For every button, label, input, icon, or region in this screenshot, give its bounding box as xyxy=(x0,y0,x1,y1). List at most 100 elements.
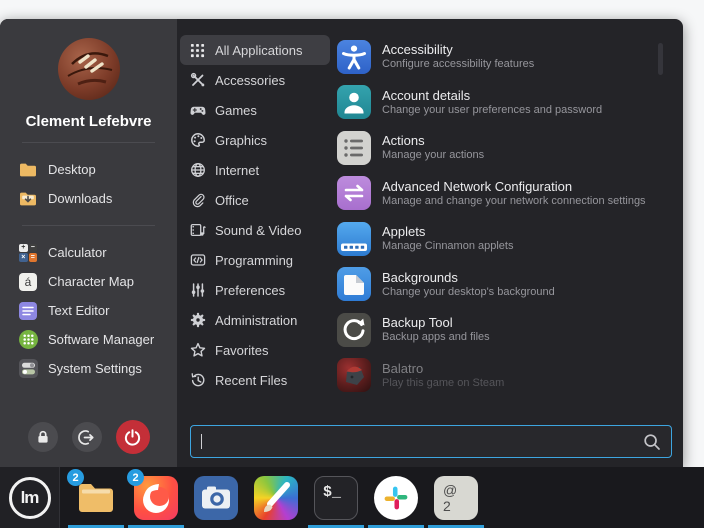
taskbar-screenshot-tool[interactable] xyxy=(186,467,246,528)
text-editor-icon xyxy=(18,301,38,321)
menu-sidebar: Clement Lefebvre Desktop Downloads xyxy=(0,19,177,467)
category-label: Administration xyxy=(215,313,297,328)
category-label: Games xyxy=(215,103,257,118)
app-backup-tool[interactable]: Backup Tool Backup apps and files xyxy=(337,307,655,353)
category-list: All Applications Accessories xyxy=(180,35,330,395)
mint-logo-text: lm xyxy=(21,488,39,508)
category-favorites[interactable]: Favorites xyxy=(180,335,330,365)
scrollbar-thumb[interactable] xyxy=(658,43,663,75)
gamepad-icon xyxy=(189,102,206,119)
taskbar-file-manager[interactable]: 2 xyxy=(66,467,126,528)
category-label: All Applications xyxy=(215,43,302,58)
desktop: Clement Lefebvre Desktop Downloads xyxy=(0,0,704,528)
place-label: Downloads xyxy=(48,191,112,206)
taskbar-drawing-app[interactable] xyxy=(246,467,306,528)
category-sound-video[interactable]: Sound & Video xyxy=(180,215,330,245)
app-name: Account details xyxy=(382,88,602,104)
sidebar-item-label: Text Editor xyxy=(48,303,109,318)
user-name: Clement Lefebvre xyxy=(0,113,177,130)
star-icon xyxy=(189,342,206,359)
app-description: Manage and change your network connectio… xyxy=(382,195,646,208)
category-games[interactable]: Games xyxy=(180,95,330,125)
text-caret xyxy=(201,434,202,449)
app-balatro[interactable]: Balatro Play this game on Steam xyxy=(337,353,655,399)
app-backgrounds[interactable]: Backgrounds Change your desktop's backgr… xyxy=(337,262,655,308)
terminal-prompt-text: $_ xyxy=(323,484,341,501)
avatar[interactable] xyxy=(58,38,120,100)
sidebar-item-calculator[interactable]: + − × = Calculator xyxy=(0,238,177,267)
taskbar-terminal[interactable]: $_ xyxy=(306,467,366,528)
sidebar-item-label: Calculator xyxy=(48,245,107,260)
at-symbol-icon: @ 2 xyxy=(434,476,478,520)
paint-brush-icon xyxy=(254,476,298,520)
actions-list-icon xyxy=(337,131,371,165)
place-downloads[interactable]: Downloads xyxy=(0,184,177,213)
lock-button[interactable] xyxy=(28,422,58,452)
app-advanced-network-configuration[interactable]: Advanced Network Configuration Manage an… xyxy=(337,171,655,217)
app-name: Backgrounds xyxy=(382,270,555,286)
calculator-icon: + − × = xyxy=(18,243,38,263)
app-description: Backup apps and files xyxy=(382,331,490,344)
taskbar-at-group[interactable]: @ 2 xyxy=(426,467,486,528)
taskbar-launchers: 2 2 xyxy=(66,467,486,528)
sidebar-item-character-map[interactable]: á Character Map xyxy=(0,267,177,296)
backup-icon xyxy=(337,313,371,347)
app-account-details[interactable]: Account details Change your user prefere… xyxy=(337,80,655,126)
separator xyxy=(22,142,155,143)
category-label: Office xyxy=(215,193,249,208)
session-buttons xyxy=(0,420,177,454)
history-icon xyxy=(189,372,206,389)
taskbar-slack[interactable] xyxy=(366,467,426,528)
category-internet[interactable]: Internet xyxy=(180,155,330,185)
app-applets[interactable]: Applets Manage Cinnamon applets xyxy=(337,216,655,262)
category-label: Recent Files xyxy=(215,373,287,388)
at-line1: @ xyxy=(443,482,457,498)
app-actions[interactable]: Actions Manage your actions xyxy=(337,125,655,171)
window-count-badge: 2 xyxy=(127,469,144,486)
shutdown-button[interactable] xyxy=(116,420,150,454)
app-accessibility[interactable]: Accessibility Configure accessibility fe… xyxy=(337,34,655,80)
app-description: Configure accessibility features xyxy=(382,58,534,71)
sidebar-item-software-manager[interactable]: Software Manager xyxy=(0,325,177,354)
app-name: Advanced Network Configuration xyxy=(382,179,646,195)
sidebar-item-text-editor[interactable]: Text Editor xyxy=(0,296,177,325)
search-input[interactable] xyxy=(190,425,672,458)
logout-icon xyxy=(78,429,95,446)
category-label: Accessories xyxy=(215,73,285,88)
place-desktop[interactable]: Desktop xyxy=(0,155,177,184)
sidebar-item-system-settings[interactable]: System Settings xyxy=(0,354,177,383)
app-name: Backup Tool xyxy=(382,315,490,331)
sidebar-item-label: Character Map xyxy=(48,274,134,289)
app-name: Actions xyxy=(382,133,484,149)
accessibility-icon xyxy=(337,40,371,74)
category-recent-files[interactable]: Recent Files xyxy=(180,365,330,395)
folder-download-icon xyxy=(18,189,38,209)
character-map-icon: á xyxy=(18,272,38,292)
app-name: Applets xyxy=(382,224,513,240)
application-list: Accessibility Configure accessibility fe… xyxy=(337,34,655,398)
category-programming[interactable]: Programming xyxy=(180,245,330,275)
window-count-badge: 2 xyxy=(67,469,84,486)
app-description: Change your desktop's background xyxy=(382,286,555,299)
app-description: Manage your actions xyxy=(382,149,484,162)
folder-icon xyxy=(18,160,38,180)
app-name: Balatro xyxy=(382,361,504,377)
app-description: Play this game on Steam xyxy=(382,377,504,390)
category-preferences[interactable]: Preferences xyxy=(180,275,330,305)
category-accessories[interactable]: Accessories xyxy=(180,65,330,95)
logout-button[interactable] xyxy=(72,422,102,452)
taskbar-firefox[interactable]: 2 xyxy=(126,467,186,528)
app-name: Accessibility xyxy=(382,42,534,58)
sidebar-item-label: System Settings xyxy=(48,361,142,376)
menu-button[interactable]: lm xyxy=(0,467,60,528)
category-all-applications[interactable]: All Applications xyxy=(180,35,330,65)
category-office[interactable]: Office xyxy=(180,185,330,215)
power-icon xyxy=(123,428,142,447)
category-administration[interactable]: Administration xyxy=(180,305,330,335)
lock-icon xyxy=(35,429,51,445)
linux-mint-logo-icon: lm xyxy=(9,477,51,519)
balatro-icon xyxy=(337,358,371,392)
category-graphics[interactable]: Graphics xyxy=(180,125,330,155)
globe-icon xyxy=(189,162,206,179)
category-label: Sound & Video xyxy=(215,223,302,238)
